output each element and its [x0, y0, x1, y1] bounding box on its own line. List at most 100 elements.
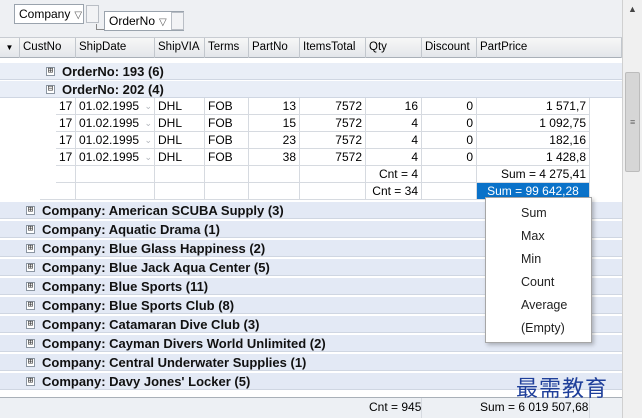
- menu-item-empty[interactable]: (Empty): [486, 317, 591, 340]
- menu-item-min[interactable]: Min: [486, 248, 591, 271]
- header-terms[interactable]: Terms: [205, 38, 249, 58]
- filter-icon[interactable]: ▽: [74, 10, 82, 21]
- group-label: Company: Central Underwater Supplies (1): [42, 355, 307, 370]
- cell-terms[interactable]: FOB: [205, 132, 249, 149]
- cell-terms[interactable]: FOB: [205, 149, 249, 166]
- cell-terms[interactable]: FOB: [205, 98, 249, 115]
- menu-item-average[interactable]: Average: [486, 294, 591, 317]
- cell-shipdate[interactable]: 01.02.1995 ⌄: [76, 115, 155, 132]
- cell-partprice[interactable]: 1 092,75: [477, 115, 590, 132]
- cell-itemstotal[interactable]: 7572: [300, 98, 366, 115]
- group-row-orderno[interactable]: ⊟ OrderNo: 202 (4): [0, 81, 622, 98]
- table-row[interactable]: 17 01.02.1995 ⌄ DHL FOB 13 7572 16 0 1 57…: [0, 98, 622, 115]
- group-row-orderno[interactable]: ⊞ OrderNo: 193 (6): [0, 63, 622, 80]
- vertical-scrollbar[interactable]: ▲ ≡: [622, 0, 642, 418]
- cell-discount[interactable]: 0: [422, 132, 477, 149]
- cell-shipdate[interactable]: 01.02.1995 ⌄: [76, 132, 155, 149]
- header-shipdate[interactable]: ShipDate: [76, 38, 155, 58]
- expand-icon[interactable]: ⊞: [26, 244, 35, 253]
- dropdown-arrow-icon[interactable]: ⌄: [144, 115, 152, 131]
- cell-partno[interactable]: 38: [249, 149, 300, 166]
- cell-shipdate[interactable]: 01.02.1995 ⌄: [76, 149, 155, 166]
- cell-custno[interactable]: 17: [56, 115, 76, 132]
- summary-function-menu: Sum Max Min Count Average (Empty): [485, 197, 592, 343]
- group-by-panel: Company ▽ OrderNo ▽: [0, 0, 622, 38]
- cell-itemstotal[interactable]: 7572: [300, 115, 366, 132]
- table-row[interactable]: 17 01.02.1995 ⌄ DHL FOB 23 7572 4 0 182,1…: [0, 132, 622, 149]
- header-qty[interactable]: Qty: [366, 38, 422, 58]
- table-row[interactable]: 17 01.02.1995 ⌄ DHL FOB 38 7572 4 0 1 428…: [0, 149, 622, 166]
- menu-item-sum[interactable]: Sum: [486, 202, 591, 225]
- cell-discount[interactable]: 0: [422, 98, 477, 115]
- summary-cell-empty: [205, 183, 249, 200]
- cell-partprice[interactable]: 1 571,7: [477, 98, 590, 115]
- cell-partprice[interactable]: 182,16: [477, 132, 590, 149]
- header-custno[interactable]: CustNo: [20, 38, 76, 58]
- summary-partprice-sum[interactable]: Sum = 4 275,41: [477, 166, 590, 183]
- summary-cell-empty: [155, 183, 205, 200]
- expand-icon[interactable]: ⊞: [26, 320, 35, 329]
- summary-qty-count[interactable]: Cnt = 34: [366, 183, 422, 200]
- cell-qty[interactable]: 16: [366, 98, 422, 115]
- cell-discount[interactable]: 0: [422, 149, 477, 166]
- expand-icon[interactable]: ⊞: [26, 282, 35, 291]
- header-discount[interactable]: Discount: [422, 38, 477, 58]
- cell-shipdate[interactable]: 01.02.1995 ⌄: [76, 98, 155, 115]
- group-row-company[interactable]: ⊞ Company: Central Underwater Supplies (…: [0, 354, 622, 371]
- cell-qty[interactable]: 4: [366, 149, 422, 166]
- expand-icon[interactable]: ⊞: [26, 225, 35, 234]
- menu-item-max[interactable]: Max: [486, 225, 591, 248]
- cell-custno[interactable]: 17: [56, 132, 76, 149]
- cell-terms[interactable]: FOB: [205, 115, 249, 132]
- cell-qty[interactable]: 4: [366, 132, 422, 149]
- expand-icon[interactable]: ⊞: [26, 377, 35, 386]
- group-label: Company: American SCUBA Supply (3): [42, 203, 284, 218]
- filter-icon[interactable]: ▽: [159, 17, 167, 28]
- cell-custno[interactable]: 17: [56, 149, 76, 166]
- header-shipvia[interactable]: ShipVIA: [155, 38, 205, 58]
- expand-icon[interactable]: ⊞: [26, 206, 35, 215]
- group-label: Company: Catamaran Dive Club (3): [42, 317, 260, 332]
- cell-partno[interactable]: 13: [249, 98, 300, 115]
- group-connector-line: [96, 24, 104, 30]
- summary-qty-count[interactable]: Cnt = 4: [366, 166, 422, 183]
- header-itemstotal[interactable]: ItemsTotal: [300, 38, 366, 58]
- expand-icon[interactable]: ⊞: [26, 263, 35, 272]
- cell-shipvia[interactable]: DHL: [155, 115, 205, 132]
- cell-itemstotal[interactable]: 7572: [300, 149, 366, 166]
- row-indicator-header[interactable]: ▼: [0, 38, 20, 58]
- cell-itemstotal[interactable]: 7572: [300, 132, 366, 149]
- chip-dropdown-button[interactable]: [171, 12, 184, 30]
- dropdown-arrow-icon[interactable]: ⌄: [144, 98, 152, 114]
- scroll-thumb[interactable]: ≡: [625, 72, 640, 172]
- expand-icon[interactable]: ⊞: [26, 301, 35, 310]
- summary-cell-empty: [249, 183, 300, 200]
- header-partno[interactable]: PartNo: [249, 38, 300, 58]
- collapse-icon[interactable]: ⊟: [46, 85, 55, 94]
- expand-icon[interactable]: ⊞: [46, 67, 55, 76]
- header-partprice[interactable]: PartPrice: [477, 38, 622, 58]
- grip-icon: ≡: [630, 117, 636, 127]
- cell-shipvia[interactable]: DHL: [155, 132, 205, 149]
- chip-dropdown-button[interactable]: [86, 5, 99, 23]
- cell-partno[interactable]: 23: [249, 132, 300, 149]
- dropdown-arrow-icon[interactable]: ⌄: [144, 132, 152, 148]
- scroll-up-arrow-icon[interactable]: ▲: [623, 0, 642, 18]
- dropdown-arrow-icon[interactable]: ⌄: [144, 149, 152, 165]
- expand-icon[interactable]: ⊞: [26, 358, 35, 367]
- footer-qty-count[interactable]: Cnt = 945: [366, 398, 422, 418]
- cell-shipvia[interactable]: DHL: [155, 149, 205, 166]
- menu-item-count[interactable]: Count: [486, 271, 591, 294]
- cell-shipvia[interactable]: DHL: [155, 98, 205, 115]
- cell-qty[interactable]: 4: [366, 115, 422, 132]
- cell-partprice[interactable]: 1 428,8: [477, 149, 590, 166]
- table-row[interactable]: 17 01.02.1995 ⌄ DHL FOB 15 7572 4 0 1 092…: [0, 115, 622, 132]
- group-label: OrderNo: 202 (4): [62, 82, 164, 97]
- summary-cell-empty: [422, 183, 477, 200]
- cell-partno[interactable]: 15: [249, 115, 300, 132]
- group-chip-company[interactable]: Company ▽: [14, 4, 84, 24]
- expand-icon[interactable]: ⊞: [26, 339, 35, 348]
- cell-discount[interactable]: 0: [422, 115, 477, 132]
- cell-custno[interactable]: 17: [56, 98, 76, 115]
- summary-cell-empty: [76, 166, 155, 183]
